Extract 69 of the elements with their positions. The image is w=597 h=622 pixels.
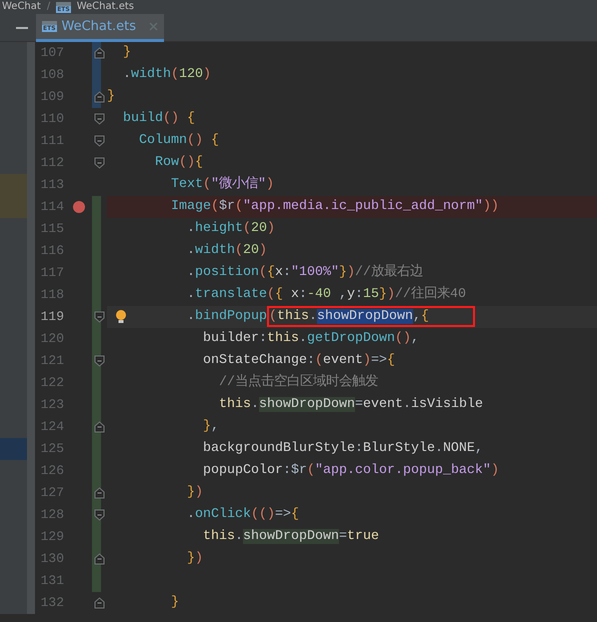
code-line: }, bbox=[202, 419, 219, 434]
code-line: builder:this.getDropDown(), bbox=[202, 331, 419, 346]
line-number: 110 bbox=[40, 110, 64, 128]
line-number: 131 bbox=[40, 572, 64, 590]
fold-icon[interactable] bbox=[94, 113, 105, 125]
line-number: 119 bbox=[40, 308, 64, 326]
line-number: 122 bbox=[40, 374, 64, 392]
code-line: .onClick(()=>{ bbox=[186, 507, 299, 522]
line-number: 112 bbox=[40, 154, 64, 172]
line-number: 125 bbox=[40, 440, 64, 458]
line-number: 128 bbox=[40, 506, 64, 524]
line-number: 113 bbox=[40, 176, 64, 194]
line-number: 123 bbox=[40, 396, 64, 414]
code-line: Column() { bbox=[138, 133, 219, 148]
minimize-icon bbox=[16, 26, 28, 30]
code-line: .height(20) bbox=[186, 221, 275, 236]
breadcrumb-item[interactable]: WeChat bbox=[2, 0, 41, 14]
fold-icon[interactable] bbox=[94, 47, 105, 59]
line-number: 124 bbox=[40, 418, 64, 436]
fold-icon[interactable] bbox=[94, 311, 105, 323]
code-line: build() { bbox=[122, 111, 195, 126]
code-line: } bbox=[107, 89, 115, 104]
line-number: 107 bbox=[40, 44, 64, 62]
line-number: 127 bbox=[40, 484, 64, 502]
line-number: 111 bbox=[40, 132, 64, 150]
line-number: 108 bbox=[40, 66, 64, 84]
fold-icon[interactable] bbox=[94, 135, 105, 147]
line-number: 120 bbox=[40, 330, 64, 348]
code-line: this.showDropDown=true bbox=[202, 529, 379, 544]
fold-icon[interactable] bbox=[94, 157, 105, 169]
code-line: } bbox=[122, 45, 131, 60]
fold-icon[interactable] bbox=[94, 553, 105, 565]
line-number: 118 bbox=[40, 286, 64, 304]
code-line: } bbox=[170, 595, 179, 610]
fold-icon[interactable] bbox=[94, 91, 105, 103]
line-number: 116 bbox=[40, 242, 64, 260]
line-number: 115 bbox=[40, 220, 64, 238]
code-line: Text("微小信") bbox=[170, 177, 274, 192]
code-line: onStateChange:(event)=>{ bbox=[202, 353, 395, 368]
line-number: 126 bbox=[40, 462, 64, 480]
lightbulb-icon[interactable] bbox=[115, 309, 127, 325]
code-line: }) bbox=[186, 551, 203, 566]
line-number: 117 bbox=[40, 264, 64, 282]
line-number: 129 bbox=[40, 528, 64, 546]
fold-icon[interactable] bbox=[94, 597, 105, 609]
line-number: 114 bbox=[40, 198, 64, 216]
code-line: .width(120) bbox=[122, 67, 211, 82]
line-number: 121 bbox=[40, 352, 64, 370]
line-number: 132 bbox=[40, 594, 64, 612]
code-line: .position({x:"100%"})//放最右边 bbox=[186, 265, 423, 280]
fold-icon[interactable] bbox=[94, 355, 105, 367]
breadcrumb-item[interactable]: WeChat.ets bbox=[76, 0, 134, 14]
code-line: }) bbox=[186, 485, 203, 500]
code-line: Image($r("app.media.ic_public_add_norm")) bbox=[170, 199, 499, 214]
code-line: .translate({ x:-40 ,y:15})//往回来40 bbox=[186, 287, 466, 302]
code-line: .width(20) bbox=[186, 243, 267, 258]
code-line: //当点击空白区域时会触发 bbox=[218, 375, 378, 390]
breadcrumb-separator: / bbox=[46, 0, 50, 14]
fold-icon[interactable] bbox=[94, 487, 105, 499]
fold-icon[interactable] bbox=[94, 509, 105, 521]
code-line: backgroundBlurStyle:BlurStyle.NONE, bbox=[202, 441, 483, 456]
code-line: this.showDropDown=event.isVisible bbox=[218, 397, 483, 412]
code-line: Row(){ bbox=[154, 155, 203, 170]
code-line: .bindPopup(this.showDropDown,{ bbox=[107, 306, 475, 327]
code-line: popupColor:$r("app.color.popup_back") bbox=[202, 463, 499, 478]
line-number: 109 bbox=[40, 88, 64, 106]
line-number: 130 bbox=[40, 550, 64, 568]
breakpoint-icon[interactable] bbox=[73, 201, 85, 213]
fold-icon[interactable] bbox=[94, 421, 105, 433]
